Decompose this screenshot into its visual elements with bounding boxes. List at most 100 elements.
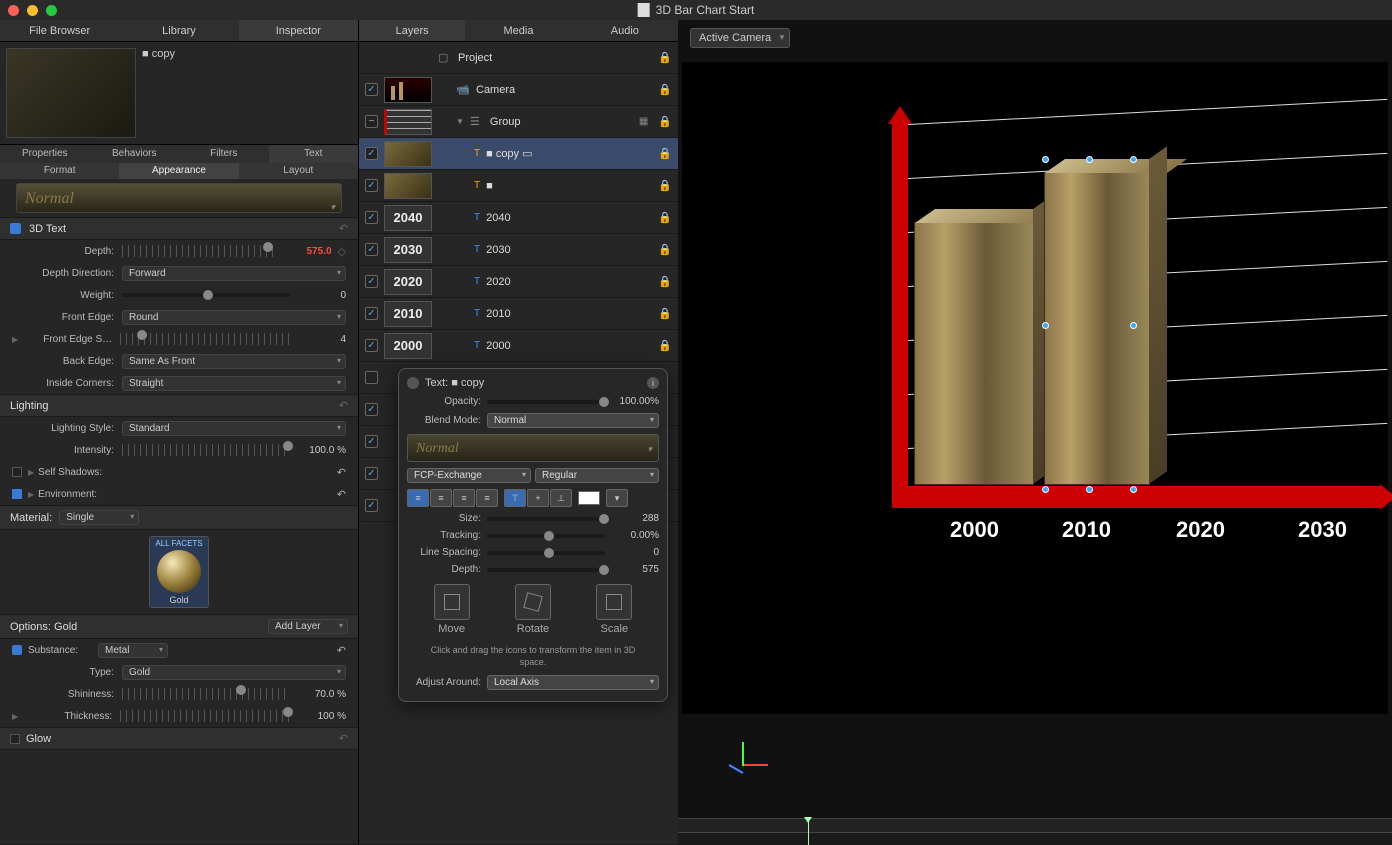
camera-select[interactable]: Active Camera — [690, 28, 790, 48]
shininess-slider[interactable] — [122, 688, 290, 700]
reset-icon[interactable]: ↶ — [339, 732, 348, 745]
layer-visible[interactable] — [365, 275, 378, 288]
selection-handle[interactable] — [1042, 156, 1049, 163]
reset-icon[interactable]: ↶ — [339, 399, 348, 412]
lock-icon[interactable]: 🔒 — [658, 147, 672, 160]
layer-visible[interactable] — [365, 307, 378, 320]
timeline[interactable] — [678, 818, 1392, 844]
front-edge-select[interactable]: Round — [122, 310, 346, 325]
selection-handle[interactable] — [1130, 322, 1137, 329]
tab-inspector[interactable]: Inspector — [239, 20, 358, 41]
hud-close[interactable] — [407, 377, 419, 389]
reset-icon[interactable]: ↶ — [337, 466, 346, 479]
enable-3d-text[interactable] — [10, 223, 21, 234]
intensity-value[interactable]: 100.0 % — [296, 445, 346, 456]
layer-group[interactable]: ▼ ☰ Group ▦ 🔒 — [359, 106, 678, 138]
layer-visible[interactable] — [365, 499, 378, 512]
hud-style-picker[interactable]: Normal — [407, 434, 659, 462]
minimize-window[interactable] — [27, 5, 38, 16]
layer-copy[interactable]: T ■ copy ▭ 🔒 — [359, 138, 678, 170]
section-material[interactable]: Material: Single — [0, 505, 358, 530]
valign-bottom[interactable]: ⊥ — [550, 489, 572, 507]
depth-value[interactable]: 575.0 — [282, 246, 332, 257]
layer-blank[interactable]: T ■ 🔒 — [359, 170, 678, 202]
thickness-value[interactable]: 100 % — [296, 711, 346, 722]
zoom-window[interactable] — [46, 5, 57, 16]
substance-enable[interactable] — [12, 645, 22, 655]
selection-handle[interactable] — [1042, 322, 1049, 329]
selection-handle[interactable] — [1130, 486, 1137, 493]
depth-direction-select[interactable]: Forward — [122, 266, 346, 281]
tab-audio[interactable]: Audio — [572, 20, 678, 41]
section-3d-text[interactable]: 3D Text ↶ — [0, 217, 358, 240]
tracking-slider[interactable] — [487, 534, 605, 538]
line-spacing-slider[interactable] — [487, 551, 605, 555]
subtab-format[interactable]: Format — [0, 163, 119, 179]
selection-handle[interactable] — [1042, 486, 1049, 493]
substance-select[interactable]: Metal — [98, 643, 168, 658]
disclosure-icon[interactable]: ▶ — [28, 490, 34, 499]
transform-move[interactable] — [434, 584, 470, 620]
timeline-ruler[interactable] — [678, 819, 1392, 833]
material-mode-select[interactable]: Single — [59, 510, 139, 525]
tab-filters[interactable]: Filters — [179, 145, 269, 163]
disclosure-icon[interactable]: ▼ — [456, 117, 464, 126]
transform-scale[interactable] — [596, 584, 632, 620]
close-window[interactable] — [8, 5, 19, 16]
disclosure-icon[interactable]: ▶ — [12, 712, 18, 721]
size-slider[interactable] — [487, 517, 605, 521]
front-edge-size-slider[interactable] — [120, 333, 290, 345]
weight-value[interactable]: 0 — [296, 290, 346, 301]
lock-icon[interactable]: 🔒 — [658, 211, 672, 224]
viewport[interactable]: Active Camera 2000 — [678, 20, 1392, 844]
align-justify[interactable]: ≡ — [476, 489, 498, 507]
material-swatch[interactable]: ALL FACETS Gold — [149, 536, 209, 608]
valign-middle[interactable]: + — [527, 489, 549, 507]
shininess-value[interactable]: 70.0 % — [296, 689, 346, 700]
tab-properties[interactable]: Properties — [0, 145, 90, 163]
size-value[interactable]: 288 — [609, 513, 659, 524]
section-lighting[interactable]: Lighting ↶ — [0, 394, 358, 417]
reset-icon[interactable]: ↶ — [339, 222, 348, 235]
layer-2040[interactable]: 2040 T 2040 🔒 — [359, 202, 678, 234]
tab-media[interactable]: Media — [465, 20, 571, 41]
layer-visible[interactable] — [365, 83, 378, 96]
depth-value[interactable]: 575 — [609, 564, 659, 575]
font-weight-select[interactable]: Regular — [535, 468, 659, 483]
lock-icon[interactable]: 🔒 — [658, 307, 672, 320]
intensity-slider[interactable] — [122, 444, 290, 456]
disclosure-icon[interactable]: ▶ — [12, 335, 18, 344]
lock-icon[interactable]: 🔒 — [658, 275, 672, 288]
inside-corners-select[interactable]: Straight — [122, 376, 346, 391]
playhead[interactable] — [808, 819, 809, 845]
section-options[interactable]: Options: Gold Add Layer — [0, 614, 358, 639]
layer-visible[interactable] — [365, 467, 378, 480]
layer-2010[interactable]: 2010 T 2010 🔒 — [359, 298, 678, 330]
subtab-layout[interactable]: Layout — [239, 163, 358, 179]
adjust-around-select[interactable]: Local Axis — [487, 675, 659, 690]
align-right[interactable]: ≡ — [453, 489, 475, 507]
lock-icon[interactable]: 🔒 — [658, 115, 672, 128]
layer-2000[interactable]: 2000 T 2000 🔒 — [359, 330, 678, 362]
line-spacing-value[interactable]: 0 — [609, 547, 659, 558]
lock-icon[interactable]: 🔒 — [658, 51, 672, 64]
depth-slider[interactable] — [122, 245, 276, 257]
style-preset-picker[interactable]: Normal — [16, 183, 342, 213]
section-glow[interactable]: Glow ↶ — [0, 727, 358, 750]
front-edge-size-value[interactable]: 4 — [296, 334, 346, 345]
selection-handle[interactable] — [1086, 156, 1093, 163]
selection-handle[interactable] — [1086, 486, 1093, 493]
opacity-value[interactable]: 100.00% — [609, 396, 659, 407]
lock-icon[interactable]: 🔒 — [658, 339, 672, 352]
color-swatch[interactable] — [578, 491, 600, 505]
depth-slider[interactable] — [487, 568, 605, 572]
layer-visible[interactable] — [365, 115, 378, 128]
layer-visible[interactable] — [365, 243, 378, 256]
stack-icon[interactable]: ▦ — [639, 116, 648, 127]
tab-text[interactable]: Text — [269, 145, 359, 163]
environment-checkbox[interactable] — [12, 489, 22, 499]
layer-visible[interactable] — [365, 179, 378, 192]
opacity-slider[interactable] — [487, 400, 605, 404]
canvas[interactable]: 2000 2010 2020 2030 — [682, 62, 1388, 714]
tab-behaviors[interactable]: Behaviors — [90, 145, 180, 163]
